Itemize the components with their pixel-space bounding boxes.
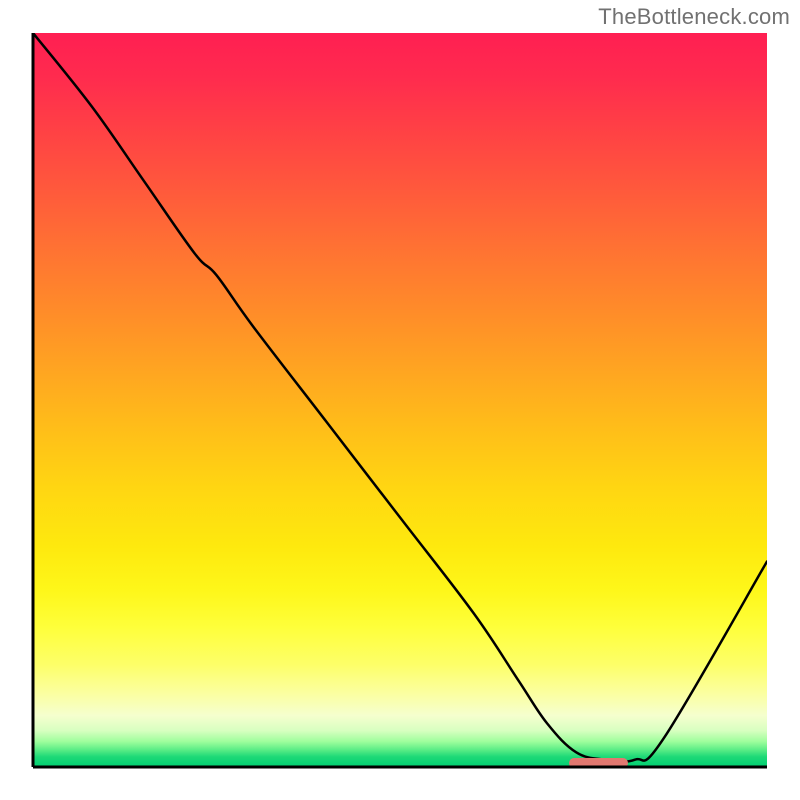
chart-wrapper: TheBottleneck.com [0, 0, 800, 800]
optimal-marker [569, 758, 628, 768]
bottleneck-curve [33, 33, 767, 762]
watermark-text: TheBottleneck.com [598, 4, 790, 30]
plot-area [33, 33, 767, 767]
curve-layer [33, 33, 767, 767]
